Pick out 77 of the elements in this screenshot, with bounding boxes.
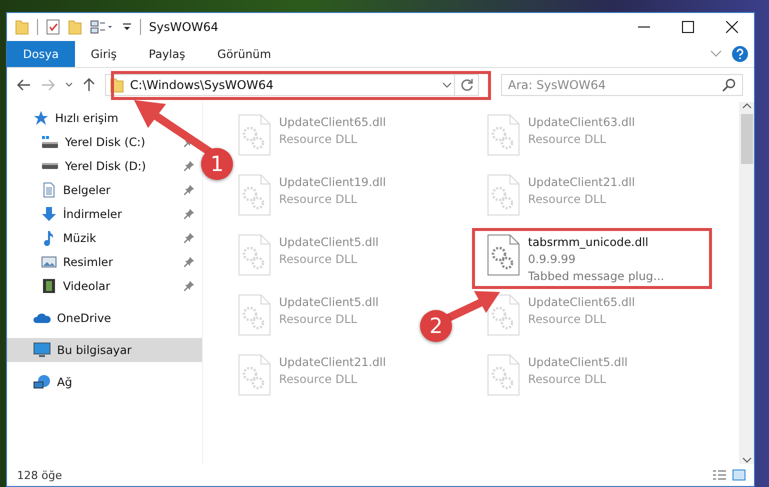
sidebar-item[interactable]: OneDrive (7, 306, 202, 330)
file-detail: Resource DLL (279, 251, 358, 268)
sidebar-item[interactable]: Resimler (7, 250, 202, 274)
search-icon (722, 78, 736, 92)
file-detail: Resource DLL (528, 191, 608, 208)
star-icon (33, 110, 49, 126)
computer-icon (33, 342, 51, 358)
file-detail: Resource DLL (528, 371, 608, 388)
gear-file-icon (486, 174, 520, 216)
ribbon-tab[interactable]: Giriş (74, 41, 133, 67)
drive-c-icon (41, 134, 59, 150)
file-name: UpdateClient65.dll (279, 114, 386, 131)
gear-file-icon (486, 234, 520, 276)
file-detail: 0.9.9.99 (528, 251, 577, 268)
video-icon (41, 278, 57, 294)
refresh-button[interactable] (455, 74, 479, 96)
file-name: UpdateClient63.dll (528, 114, 635, 131)
file-name: UpdateClient21.dll (279, 354, 386, 371)
file-tile[interactable]: tabsrmm_unicode.dll 0.9.9.99 Tabbed message plug... (482, 232, 668, 290)
scroll-down-icon[interactable] (742, 456, 752, 464)
view-mode-icon[interactable] (712, 469, 746, 481)
address-field[interactable]: C:\Windows\SysWOW64 (105, 74, 455, 96)
file-name: UpdateClient65.dll (528, 294, 635, 311)
file-name: UpdateClient21.dll (528, 174, 635, 191)
sidebar-item[interactable]: Ağ (7, 370, 202, 394)
scrollbar-thumb[interactable] (740, 114, 752, 164)
file-name: UpdateClient5.dll (528, 354, 628, 371)
sidebar-item[interactable]: Videolar (7, 274, 202, 298)
properties-icon[interactable] (46, 19, 60, 35)
scroll-up-icon[interactable] (742, 102, 752, 110)
item-count: 128 öğe (17, 468, 63, 482)
gear-file-icon (486, 114, 520, 156)
file-name: UpdateClient19.dll (279, 174, 386, 191)
sidebar-item[interactable]: Hızlı erişim (7, 106, 202, 130)
up-arrow-icon[interactable] (83, 78, 95, 92)
search-field[interactable]: Ara: SysWOW64 (501, 74, 743, 96)
gear-file-icon (237, 294, 271, 336)
help-icon[interactable] (732, 46, 748, 62)
chevron-icon[interactable] (710, 50, 722, 58)
gear-file-icon (237, 234, 271, 276)
view-menu-icon[interactable] (90, 19, 114, 35)
sidebar-item[interactable]: Müzik (7, 226, 202, 250)
refresh-icon (460, 78, 474, 92)
close-icon[interactable] (726, 21, 738, 33)
document-icon (41, 182, 57, 198)
gear-file-icon (237, 174, 271, 216)
file-detail: Resource DLL (279, 371, 358, 388)
cloud-icon (33, 311, 51, 325)
gear-file-icon (486, 294, 520, 336)
back-arrow-icon[interactable] (17, 79, 31, 91)
gear-file-icon (237, 114, 271, 156)
window-title: SysWOW64 (149, 20, 220, 34)
sidebar-item[interactable]: Belgeler (7, 178, 202, 202)
file-detail: Resource DLL (279, 191, 358, 208)
file-detail: Resource DLL (528, 131, 608, 148)
drive-icon (41, 162, 59, 170)
gear-file-icon (237, 354, 271, 396)
maximize-icon[interactable] (682, 21, 694, 33)
sidebar-item[interactable]: Bu bilgisayar (7, 338, 202, 362)
file-detail: Resource DLL (279, 311, 358, 328)
gear-file-icon (486, 354, 520, 396)
file-detail: Resource DLL (528, 311, 608, 328)
scrollbar[interactable] (739, 102, 754, 464)
caret-icon[interactable] (122, 22, 132, 32)
file-name: UpdateClient5.dll (279, 294, 379, 311)
pictures-icon (41, 254, 57, 270)
ribbon-tab[interactable]: Paylaş (132, 41, 202, 67)
download-icon (41, 206, 57, 222)
ribbon-tab[interactable]: Dosya (7, 41, 75, 67)
sidebar-item[interactable]: İndirmeler (7, 202, 202, 226)
file-name: UpdateClient5.dll (279, 234, 379, 251)
ribbon-tab[interactable]: Görünüm (201, 41, 288, 67)
network-icon (33, 374, 51, 390)
file-name: tabsrmm_unicode.dll (528, 234, 650, 251)
sidebar-item[interactable]: Yerel Disk (D:) (7, 154, 202, 178)
file-detail: Resource DLL (279, 131, 358, 148)
file-detail: Tabbed message plug... (528, 268, 664, 285)
